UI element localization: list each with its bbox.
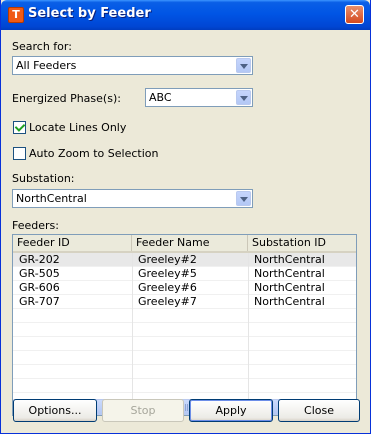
cell-feeder-name: Greeley#2 <box>138 253 197 266</box>
table-row[interactable]: GR-202 Greeley#2 NorthCentral <box>13 253 356 267</box>
chevron-down-icon[interactable] <box>236 191 251 206</box>
grid-line <box>13 280 356 281</box>
cell-feeder-id: GR-505 <box>19 267 60 280</box>
substation-dropdown[interactable]: NorthCentral <box>12 189 253 208</box>
cell-substation-id: NorthCentral <box>254 281 325 294</box>
grip-line <box>187 404 188 411</box>
grid-line <box>132 253 133 399</box>
cell-feeder-name: Greeley#5 <box>138 267 197 280</box>
cell-feeder-id: GR-707 <box>19 295 60 308</box>
locate-lines-only-label[interactable]: Locate Lines Only <box>29 121 126 134</box>
app-icon: T <box>8 7 24 23</box>
grid-line <box>13 294 356 295</box>
title-bar[interactable]: T Select by Feeder ✕ <box>1 0 370 30</box>
grid-line <box>13 392 356 393</box>
grid-line <box>248 253 249 399</box>
grid-line <box>13 364 356 365</box>
search-for-value: All Feeders <box>16 59 77 72</box>
window-title: Select by Feeder <box>28 6 151 21</box>
substation-label: Substation: <box>12 172 75 185</box>
locate-lines-only-checkbox[interactable] <box>13 121 26 134</box>
cell-substation-id: NorthCentral <box>254 295 325 308</box>
cell-feeder-id: GR-606 <box>19 281 60 294</box>
grip-line <box>185 404 186 411</box>
energized-phase-label: Energized Phase(s): <box>12 92 121 105</box>
substation-value: NorthCentral <box>16 192 87 205</box>
close-window-button[interactable]: ✕ <box>345 5 364 24</box>
list-header: Feeder ID Feeder Name Substation ID <box>13 235 356 253</box>
auto-zoom-label[interactable]: Auto Zoom to Selection <box>29 147 158 160</box>
search-for-label: Search for: <box>12 40 72 53</box>
close-icon: ✕ <box>349 7 360 22</box>
column-header-substation-id[interactable]: Substation ID <box>248 235 356 251</box>
table-row[interactable]: GR-707 Greeley#7 NorthCentral <box>13 295 356 309</box>
chevron-down-icon[interactable] <box>236 90 251 105</box>
cell-substation-id: NorthCentral <box>254 253 325 266</box>
options-button[interactable]: Options... <box>13 399 97 422</box>
cell-feeder-id: GR-202 <box>19 253 60 266</box>
grid-line <box>13 378 356 379</box>
column-header-feeder-name[interactable]: Feeder Name <box>132 235 248 251</box>
cell-substation-id: NorthCentral <box>254 267 325 280</box>
energized-phase-value: ABC <box>149 91 172 104</box>
feeders-list[interactable]: Feeder ID Feeder Name Substation ID GR-2… <box>12 234 357 416</box>
grid-line <box>13 266 356 267</box>
column-header-feeder-id[interactable]: Feeder ID <box>13 235 132 251</box>
select-by-feeder-dialog: T Select by Feeder ✕ Search for: All Fee… <box>0 0 371 434</box>
grid-line <box>13 322 356 323</box>
grid-line <box>13 350 356 351</box>
stop-button[interactable]: Stop <box>102 399 184 422</box>
search-for-dropdown[interactable]: All Feeders <box>12 56 253 75</box>
chevron-down-icon[interactable] <box>236 58 251 73</box>
auto-zoom-checkbox[interactable] <box>13 147 26 160</box>
grid-line <box>13 336 356 337</box>
cell-feeder-name: Greeley#7 <box>138 295 197 308</box>
apply-button[interactable]: Apply <box>189 399 273 422</box>
energized-phase-dropdown[interactable]: ABC <box>145 88 253 107</box>
cell-feeder-name: Greeley#6 <box>138 281 197 294</box>
table-row[interactable]: GR-606 Greeley#6 NorthCentral <box>13 281 356 295</box>
feeders-label: Feeders: <box>12 219 59 232</box>
table-row[interactable]: GR-505 Greeley#5 NorthCentral <box>13 267 356 281</box>
close-button[interactable]: Close <box>278 399 360 422</box>
grid-line <box>13 308 356 309</box>
